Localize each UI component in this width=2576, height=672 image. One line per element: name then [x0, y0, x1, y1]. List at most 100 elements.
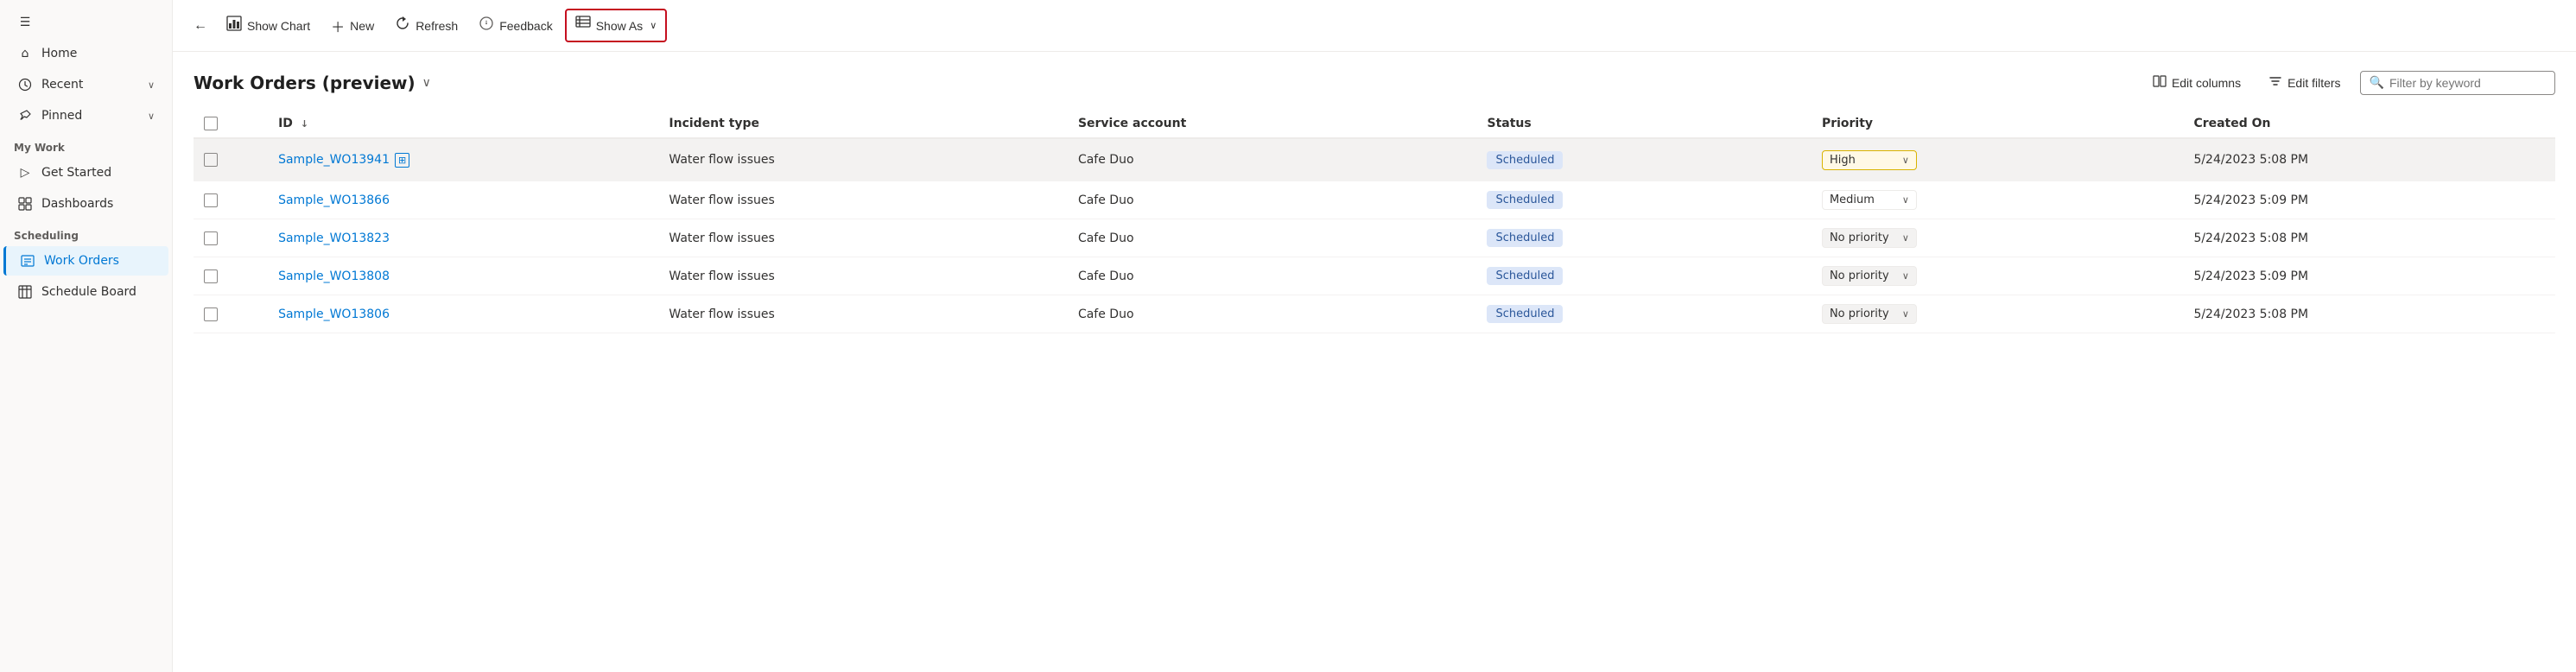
- table-row: Sample_WO13823 Water flow issues Cafe Du…: [194, 219, 2555, 257]
- row-service-account: Cafe Duo: [1068, 219, 1477, 257]
- edit-columns-label: Edit columns: [2172, 76, 2241, 90]
- main-content: ← Show Chart ＋ New: [173, 0, 2576, 672]
- row-incident-type: Water flow issues: [658, 219, 1068, 257]
- th-incident-type[interactable]: Incident type: [658, 110, 1068, 138]
- work-order-link[interactable]: Sample_WO13823: [278, 231, 390, 245]
- row-incident-type: Water flow issues: [658, 181, 1068, 219]
- sidebar-item-work-orders[interactable]: Work Orders: [3, 246, 168, 276]
- row-created-on: 5/24/2023 5:09 PM: [2183, 181, 2555, 219]
- select-all-checkbox[interactable]: [204, 117, 218, 130]
- row-checkbox[interactable]: [204, 231, 218, 245]
- sidebar-item-dashboards[interactable]: Dashboards: [3, 189, 168, 219]
- page-title-chevron[interactable]: ∨: [422, 76, 431, 90]
- sidebar-item-get-started[interactable]: ▷ Get Started: [3, 158, 168, 187]
- recent-chevron: ∨: [148, 79, 155, 91]
- row-checkbox[interactable]: [204, 307, 218, 321]
- refresh-button[interactable]: Refresh: [386, 10, 466, 41]
- row-checkbox[interactable]: [204, 269, 218, 283]
- id-sort-icon: ↓: [301, 118, 308, 130]
- work-order-link[interactable]: Sample_WO13808: [278, 269, 390, 283]
- feedback-label: Feedback: [499, 19, 552, 33]
- row-service-account: Cafe Duo: [1068, 257, 1477, 295]
- row-status: Scheduled: [1476, 257, 1811, 295]
- table-body: Sample_WO13941 ⊞ ··· Water flow issues C…: [194, 138, 2555, 333]
- feedback-button[interactable]: Feedback: [470, 10, 561, 41]
- schedule-board-icon: [17, 284, 33, 300]
- th-priority[interactable]: Priority: [1811, 110, 2184, 138]
- row-priority: No priority ∨: [1811, 219, 2184, 257]
- table-header: ID ↓ Incident type Service account Statu…: [194, 110, 2555, 138]
- edit-filters-button[interactable]: Edit filters: [2260, 69, 2349, 96]
- row-created-on: 5/24/2023 5:08 PM: [2183, 138, 2555, 181]
- status-badge: Scheduled: [1487, 229, 1563, 247]
- sidebar: ☰ ⌂ Home Recent ∨ Pinned ∨ My Work ▷ Get…: [0, 0, 173, 672]
- row-incident-type: Water flow issues: [658, 295, 1068, 333]
- th-id[interactable]: ID ↓: [268, 110, 658, 138]
- page-title-area: Work Orders (preview) ∨: [194, 73, 431, 93]
- sidebar-item-schedule-board[interactable]: Schedule Board: [3, 277, 168, 307]
- row-status: Scheduled: [1476, 181, 1811, 219]
- row-id-cell: Sample_WO13806: [268, 295, 658, 333]
- new-label: New: [350, 19, 374, 33]
- work-order-link[interactable]: Sample_WO13941: [278, 153, 390, 167]
- back-button[interactable]: ←: [187, 13, 214, 39]
- get-started-icon: ▷: [17, 165, 33, 181]
- show-as-button[interactable]: Show As ∨: [565, 9, 668, 42]
- content-area: Work Orders (preview) ∨ Edit columns: [173, 52, 2576, 672]
- more-options-icon[interactable]: ···: [415, 148, 439, 172]
- row-checkbox-cell: [194, 295, 268, 333]
- work-orders-icon: [20, 253, 35, 269]
- priority-label: No priority: [1830, 307, 1889, 320]
- dashboards-icon: [17, 196, 33, 212]
- priority-chevron: ∨: [1902, 270, 1909, 282]
- page-title: Work Orders (preview): [194, 73, 416, 93]
- status-badge: Scheduled: [1487, 267, 1563, 285]
- sidebar-item-pinned[interactable]: Pinned ∨: [3, 101, 168, 130]
- show-chart-label: Show Chart: [247, 19, 310, 33]
- row-checkbox[interactable]: [204, 153, 218, 167]
- row-checkbox[interactable]: [204, 193, 218, 207]
- th-select-all[interactable]: [194, 110, 268, 138]
- new-button[interactable]: ＋ New: [322, 10, 383, 41]
- edit-columns-button[interactable]: Edit columns: [2144, 69, 2249, 96]
- priority-badge[interactable]: Medium ∨: [1822, 190, 1917, 210]
- show-as-chevron: ∨: [650, 20, 657, 31]
- refresh-icon: [395, 16, 410, 35]
- th-status[interactable]: Status: [1476, 110, 1811, 138]
- row-service-account: Cafe Duo: [1068, 181, 1477, 219]
- table-row: Sample_WO13808 Water flow issues Cafe Du…: [194, 257, 2555, 295]
- show-as-label: Show As: [596, 19, 643, 33]
- status-badge: Scheduled: [1487, 191, 1563, 209]
- show-chart-button[interactable]: Show Chart: [218, 10, 319, 41]
- th-service-account[interactable]: Service account: [1068, 110, 1477, 138]
- status-badge: Scheduled: [1487, 305, 1563, 323]
- hamburger-menu[interactable]: ☰: [3, 8, 168, 37]
- hamburger-icon: ☰: [17, 15, 33, 30]
- pin-icon: [17, 108, 33, 124]
- row-id-cell: Sample_WO13866: [268, 181, 658, 219]
- page-header: Work Orders (preview) ∨ Edit columns: [194, 69, 2555, 96]
- table-row: Sample_WO13806 Water flow issues Cafe Du…: [194, 295, 2555, 333]
- filter-by-keyword[interactable]: 🔍: [2360, 71, 2555, 95]
- priority-badge[interactable]: No priority ∨: [1822, 228, 1917, 248]
- row-incident-type: Water flow issues: [658, 138, 1068, 181]
- edit-columns-icon: [2153, 74, 2167, 91]
- priority-badge[interactable]: No priority ∨: [1822, 304, 1917, 324]
- priority-chevron: ∨: [1902, 155, 1909, 166]
- row-checkbox-cell: [194, 257, 268, 295]
- row-expand-icon[interactable]: ⊞: [395, 153, 409, 168]
- sidebar-item-recent[interactable]: Recent ∨: [3, 70, 168, 99]
- row-service-account: Cafe Duo: [1068, 138, 1477, 181]
- row-created-on: 5/24/2023 5:09 PM: [2183, 257, 2555, 295]
- sidebar-item-home[interactable]: ⌂ Home: [3, 39, 168, 68]
- recent-icon: [17, 77, 33, 92]
- work-order-link[interactable]: Sample_WO13806: [278, 307, 390, 321]
- filter-input[interactable]: [2389, 76, 2546, 90]
- priority-badge[interactable]: High ∨: [1822, 150, 1917, 170]
- priority-chevron: ∨: [1902, 232, 1909, 244]
- th-created-on[interactable]: Created On: [2183, 110, 2555, 138]
- priority-badge[interactable]: No priority ∨: [1822, 266, 1917, 286]
- work-order-link[interactable]: Sample_WO13866: [278, 193, 390, 207]
- row-checkbox-cell: [194, 181, 268, 219]
- priority-label: Medium: [1830, 193, 1875, 206]
